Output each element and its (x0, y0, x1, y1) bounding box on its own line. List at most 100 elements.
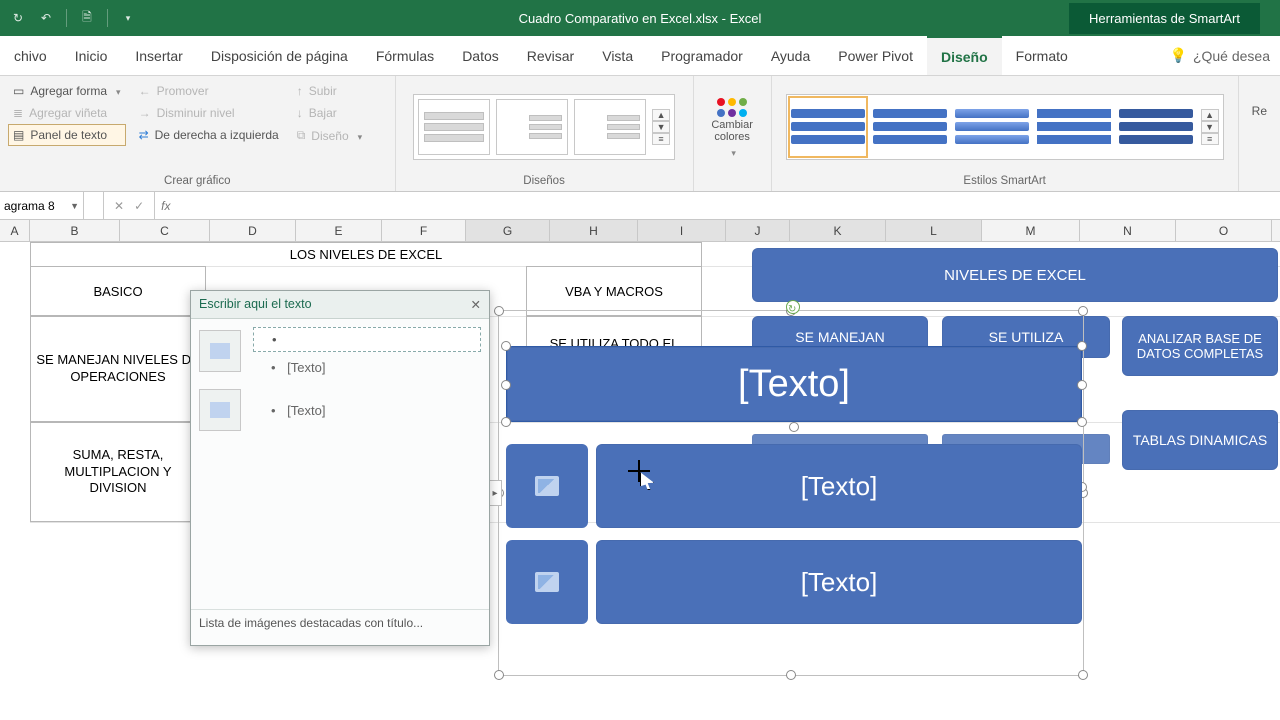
panel-de-texto-button[interactable]: ▤ Panel de texto (8, 124, 126, 146)
col-header-B[interactable]: B (30, 220, 120, 241)
tab-formulas[interactable]: Fórmulas (362, 36, 448, 75)
style-thumb-1[interactable] (791, 99, 865, 155)
resize-handle[interactable] (1077, 341, 1087, 351)
resize-handle[interactable] (501, 417, 511, 427)
col-header-F[interactable]: F (382, 220, 466, 241)
group-label: Diseños (404, 173, 685, 191)
col-header-J[interactable]: J (726, 220, 790, 241)
text-pane-bullet-active[interactable]: • (253, 327, 481, 352)
sa-texto-row2[interactable]: [Texto] (596, 540, 1082, 624)
sa-tablas-dinamicas[interactable]: TABLAS DINAMICAS (1122, 410, 1278, 470)
subir-button: ↑ Subir (292, 80, 367, 102)
qat-customize-icon[interactable]: ▾ (120, 10, 136, 26)
title-bar: ↻ ↶ 🗎 ▾ Cuadro Comparativo en Excel.xlsx… (0, 0, 1280, 36)
col-header-D[interactable]: D (210, 220, 296, 241)
swap-icon: ⇄ (139, 128, 149, 142)
tab-disposicion[interactable]: Disposición de página (197, 36, 362, 75)
close-icon[interactable]: ✕ (471, 297, 481, 312)
tab-vista[interactable]: Vista (588, 36, 647, 75)
style-thumb-3[interactable] (955, 99, 1029, 155)
col-header-K[interactable]: K (790, 220, 886, 241)
smartart-text-pane[interactable]: Escribir aqui el texto ✕ • • [Texto] • [… (190, 290, 490, 646)
lightbulb-icon: 💡 (1170, 47, 1187, 64)
dropdown-caret-icon (355, 129, 363, 143)
col-header-A[interactable]: A (0, 220, 30, 241)
agregar-forma-button[interactable]: ▭ Agregar forma (8, 80, 126, 102)
cell-suma-resta: SUMA, RESTA, MULTIPLACION Y DIVISION (30, 422, 206, 522)
cell-vba-macros: VBA Y MACROS (526, 266, 702, 316)
tab-diseno[interactable]: Diseño (927, 36, 1002, 75)
tab-ayuda[interactable]: Ayuda (757, 36, 824, 75)
formula-input[interactable] (176, 192, 1280, 219)
gallery-down-icon[interactable]: ▼ (1201, 121, 1219, 133)
text-pane-thumb-2[interactable] (199, 389, 241, 431)
gallery-more-icon[interactable]: ≡ (1201, 133, 1219, 145)
col-header-I[interactable]: I (638, 220, 726, 241)
sa-texto-big[interactable]: [Texto] (506, 346, 1082, 422)
bullet-icon: ≣ (13, 106, 23, 120)
agregar-vineta-button: ≣ Agregar viñeta (8, 102, 126, 124)
dropdown-caret-icon[interactable]: ▼ (70, 201, 79, 211)
resize-handle[interactable] (1077, 380, 1087, 390)
layouts-gallery[interactable]: ▲ ▼ ≡ (413, 94, 675, 160)
fx-icon[interactable]: fx (155, 192, 176, 219)
tab-power-pivot[interactable]: Power Pivot (824, 36, 927, 75)
sa-analizar[interactable]: ANALIZAR BASE DE DATOS COMPLETAS (1122, 316, 1278, 376)
layout-thumb-1[interactable] (418, 99, 490, 155)
text-pane-thumb-1[interactable] (199, 330, 241, 372)
undo-icon[interactable]: ↶ (38, 10, 54, 26)
accept-icon[interactable]: ✓ (134, 199, 144, 213)
style-thumb-4[interactable] (1037, 99, 1111, 155)
resize-handle[interactable] (1077, 417, 1087, 427)
col-header-L[interactable]: L (886, 220, 982, 241)
text-pane-title: Escribir aqui el texto (199, 297, 312, 312)
gallery-down-icon[interactable]: ▼ (652, 121, 670, 133)
tab-formato[interactable]: Formato (1002, 36, 1082, 75)
col-header-C[interactable]: C (120, 220, 210, 241)
restablecer-button[interactable]: Re (1247, 100, 1272, 122)
smartart-styles-gallery[interactable]: ▲ ▼ ≡ (786, 94, 1224, 160)
rotate-handle-icon[interactable] (786, 300, 800, 314)
window-title: Cuadro Comparativo en Excel.xlsx - Excel (519, 11, 762, 26)
col-header-E[interactable]: E (296, 220, 382, 241)
layout-icon: ⧉ (297, 128, 306, 143)
text-pane-bullet[interactable]: • [Texto] (253, 403, 481, 418)
sa-niveles-excel[interactable]: NIVELES DE EXCEL (752, 248, 1278, 302)
gallery-up-icon[interactable]: ▲ (1201, 109, 1219, 121)
text-pane-bullet[interactable]: • [Texto] (253, 360, 481, 375)
cell-basico: BASICO (30, 266, 206, 316)
tab-insertar[interactable]: Insertar (121, 36, 196, 75)
style-thumb-2[interactable] (873, 99, 947, 155)
col-header-H[interactable]: H (550, 220, 638, 241)
new-file-icon[interactable]: 🗎 (79, 10, 95, 26)
cambiar-colores-button[interactable]: Cambiar colores (702, 94, 763, 159)
style-thumb-5[interactable] (1119, 99, 1193, 155)
dropdown-caret-icon (113, 84, 121, 98)
disminuir-nivel-button: → Disminuir nivel (134, 102, 284, 124)
tab-datos[interactable]: Datos (448, 36, 513, 75)
sa-image-placeholder-2[interactable] (506, 540, 588, 624)
text-pane-toggle-chevron[interactable]: ▸ (488, 480, 502, 506)
layout-thumb-3[interactable] (574, 99, 646, 155)
redo-icon[interactable]: ↻ (10, 10, 26, 26)
tell-me-search[interactable]: 💡 ¿Qué desea (1160, 36, 1280, 75)
cancel-icon[interactable]: ✕ (114, 199, 124, 213)
resize-handle[interactable] (789, 422, 799, 432)
resize-handle[interactable] (501, 341, 511, 351)
col-header-N[interactable]: N (1080, 220, 1176, 241)
gallery-up-icon[interactable]: ▲ (652, 109, 670, 121)
name-box[interactable]: agrama 8 ▼ (0, 192, 84, 219)
col-header-O[interactable]: O (1176, 220, 1272, 241)
resize-handle[interactable] (501, 380, 511, 390)
sa-texto-row1[interactable]: [Texto] (596, 444, 1082, 528)
layout-thumb-2[interactable] (496, 99, 568, 155)
tab-programador[interactable]: Programador (647, 36, 757, 75)
tab-revisar[interactable]: Revisar (513, 36, 588, 75)
col-header-M[interactable]: M (982, 220, 1080, 241)
gallery-more-icon[interactable]: ≡ (652, 133, 670, 145)
tab-archivo[interactable]: chivo (0, 36, 61, 75)
derecha-izquierda-button[interactable]: ⇄ De derecha a izquierda (134, 124, 284, 146)
col-header-G[interactable]: G (466, 220, 550, 241)
tab-inicio[interactable]: Inicio (61, 36, 122, 75)
sa-image-placeholder-1[interactable] (506, 444, 588, 528)
